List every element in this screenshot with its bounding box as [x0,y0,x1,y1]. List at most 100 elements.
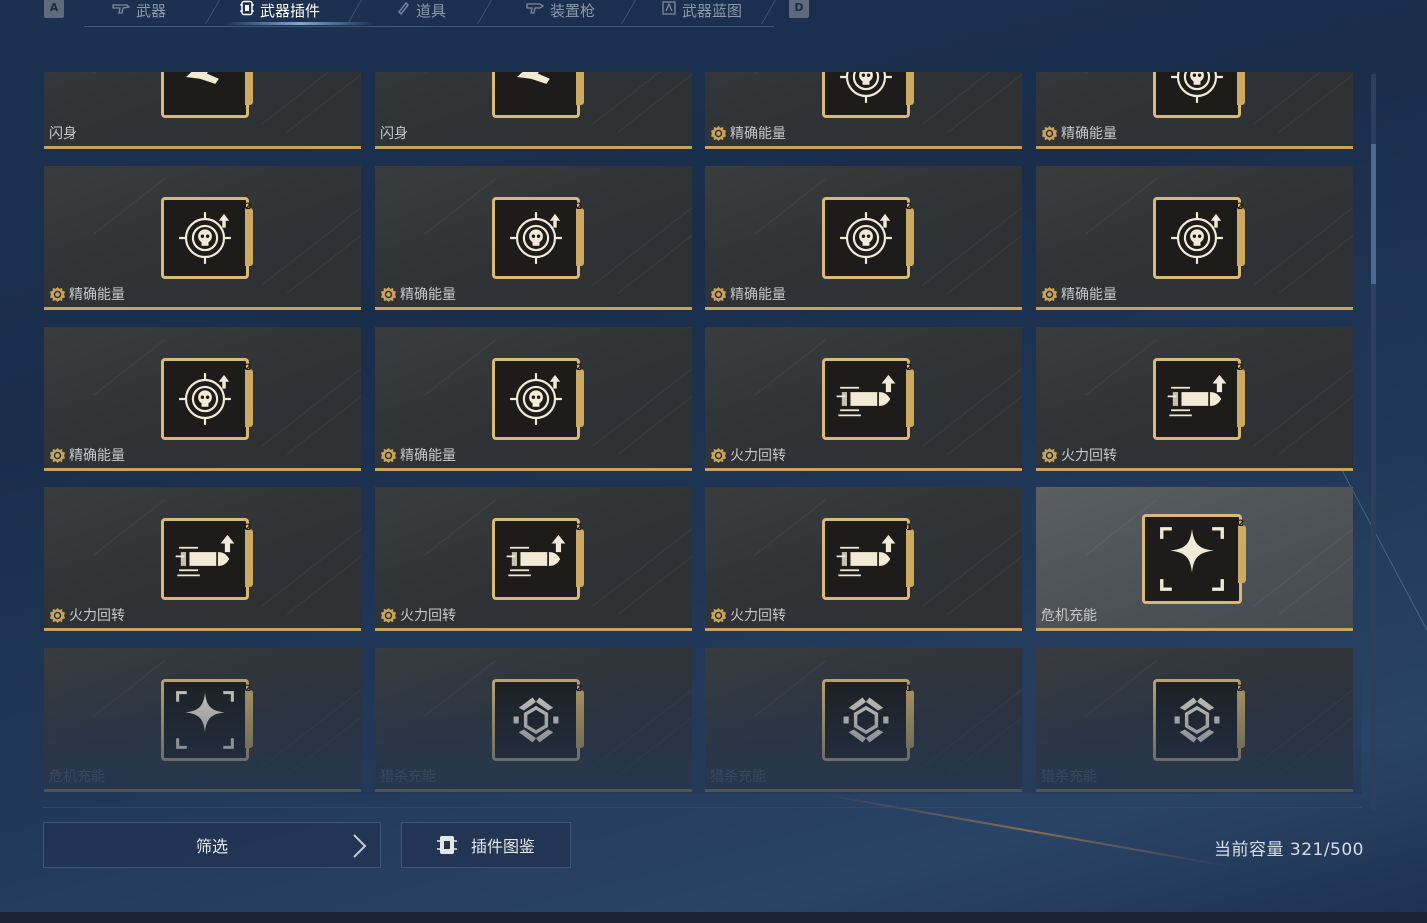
tab-device-gun[interactable]: 装置枪 [526,0,595,20]
plugin-icon-plate: 2 [822,197,914,279]
plugin-card[interactable]: 2 危机充能 [44,648,361,792]
plugin-card[interactable]: 2 火力回转 [1036,327,1353,471]
key-hint-next[interactable]: D [789,0,809,18]
plugin-card[interactable]: 2 精确能量 [1036,72,1353,149]
skull-target-icon [179,212,231,264]
plugin-card[interactable]: 2 猎杀充能 [1036,648,1353,792]
plugin-card[interactable]: 2 精确能量 [705,166,1022,310]
plugin-icon-plate: 2 [492,197,584,279]
plugin-icon-plate: 2 [492,679,584,761]
tab-weapon-plugins[interactable]: 武器插件 [240,0,320,20]
plugin-card[interactable]: 2 火力回转 [44,487,361,631]
plate-tab [245,690,253,748]
tab-divider [205,0,220,24]
plugin-name: 精确能量 [730,287,786,303]
tab-weapons[interactable]: 武器 [112,0,166,20]
grid-scrollbar[interactable] [1371,74,1376,810]
plugin-card[interactable]: 2 危机充能 [1036,487,1353,631]
plugin-card[interactable]: 2 精确能量 [44,327,361,471]
plugin-icon-plate: 2 [1153,197,1245,279]
plugin-icon-plate: 2 [161,197,253,279]
plugin-name: 火力回转 [1061,448,1117,464]
rarity-badge-icon [1041,447,1058,463]
tab-divider [477,0,492,24]
rarity-badge-icon [49,286,66,302]
filter-button[interactable]: 筛选 [43,822,381,868]
dash-icon [186,72,219,84]
skull-target-icon [179,373,231,425]
plugin-card[interactable]: 2 精确能量 [1036,166,1353,310]
plugin-name: 精确能量 [1061,126,1117,142]
plugin-atlas-button[interactable]: 插件图鉴 [401,822,571,868]
plugin-card[interactable]: 2 闪身 [375,72,692,149]
plugin-name: 猎杀充能 [710,769,766,785]
plugin-card[interactable]: 2 火力回转 [705,327,1022,471]
key-hint-previous[interactable]: A [44,0,64,18]
plate-tab [245,72,253,105]
plugin-icon-plate: 1 [822,679,914,761]
plugin-icon-plate: 2 [492,358,584,440]
plate-tab [906,208,914,266]
plugin-atlas-icon [436,836,457,854]
plugin-icon-plate: 2 [1153,679,1245,761]
bullet-arrow-icon [836,534,896,577]
device-gun-icon [526,1,545,19]
capacity-value: 321/500 [1289,840,1364,860]
plugin-name: 危机充能 [49,769,105,785]
bullet-arrow-icon [836,374,896,417]
rarity-badge-icon [710,607,727,623]
plugin-name-label: 精确能量 [380,284,456,304]
gun-icon [112,2,131,19]
four-point-star-icon [176,691,234,749]
plate-tab [576,208,584,266]
tab-divider [761,0,776,24]
plugin-name: 精确能量 [69,287,125,303]
plugin-name: 精确能量 [400,448,456,464]
plugin-name: 精确能量 [730,126,786,142]
tab-label: 武器 [136,1,167,20]
plugin-card[interactable]: 1 猎杀充能 [705,648,1022,792]
plate-tab [906,529,914,587]
plugin-name-label: 火力回转 [49,605,125,625]
skull-target-icon [510,373,562,425]
plugin-name: 危机充能 [1041,608,1097,624]
plugin-grid[interactable]: 2 闪身 2 闪身 2 精确能量 2 精确能量 2 精确能量 2 精确能量 2 精确能量 2 精确能量 2 精确能… [42,72,1362,794]
plugin-icon-plate: 2 [1153,358,1245,440]
category-tabs: 武器 武器插件 道具 装置枪 武器蓝图 [84,0,776,27]
plate-tab [576,72,584,105]
plugin-name: 火力回转 [69,608,125,624]
plugin-name: 火力回转 [400,608,456,624]
plugin-icon-plate: 2 [161,518,253,600]
hexagon-reticle-icon [1174,697,1220,743]
plugin-card[interactable]: 1 火力回转 [705,487,1022,631]
rarity-badge-icon [710,286,727,302]
tab-items[interactable]: 道具 [396,0,446,20]
plugin-card[interactable]: 2 精确能量 [44,166,361,310]
rarity-badge-icon [380,447,397,463]
plate-tab [245,369,253,427]
plugin-icon-plate: 2 [1142,514,1246,604]
plugin-name-label: 精确能量 [1041,123,1117,143]
plate-tab [576,369,584,427]
scrollbar-thumb[interactable] [1371,144,1376,284]
plugin-name-label: 危机充能 [49,766,105,786]
plugin-name-label: 闪身 [380,123,408,143]
rarity-badge-icon [49,447,66,463]
plugin-name-label: 精确能量 [380,445,456,465]
plugin-name-label: 猎杀充能 [1041,766,1097,786]
active-tab-indicator [224,22,374,25]
plugin-name-label: 火力回转 [380,605,456,625]
plugin-icon-plate: 2 [161,679,253,761]
plugin-card[interactable]: 2 精确能量 [375,327,692,471]
chevron-right-icon [353,834,367,858]
plate-tab [906,369,914,427]
tab-label: 道具 [416,1,447,20]
plugin-name: 闪身 [49,126,77,142]
plugin-card[interactable]: 2 猎杀充能 [375,648,692,792]
tab-weapon-blueprints[interactable]: 武器蓝图 [662,0,742,20]
plugin-name: 猎杀充能 [380,769,436,785]
plugin-card[interactable]: 2 精确能量 [705,72,1022,149]
plugin-card[interactable]: 2 精确能量 [375,166,692,310]
plugin-card[interactable]: 2 闪身 [44,72,361,149]
plugin-card[interactable]: 2 火力回转 [375,487,692,631]
